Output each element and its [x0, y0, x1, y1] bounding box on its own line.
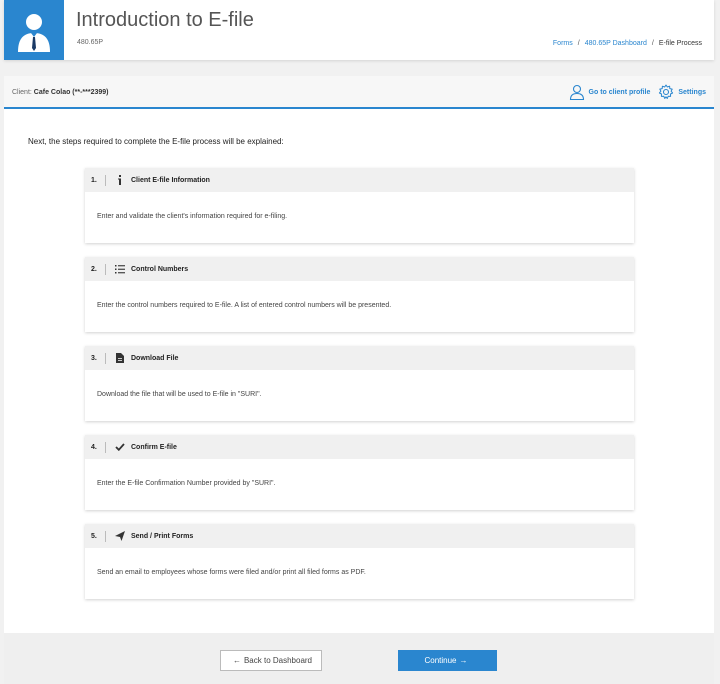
client-bar: Client: Cafe Colao (**-***2399) Go to cl… — [4, 76, 714, 109]
user-icon — [569, 84, 584, 100]
list-icon — [114, 263, 126, 275]
step-divider — [105, 352, 106, 364]
step-title: Send / Print Forms — [131, 532, 194, 540]
send-icon — [114, 530, 126, 542]
step-header: 5. Send / Print Forms — [85, 524, 634, 548]
step-description: Enter and validate the client's informat… — [97, 213, 288, 220]
footer-actions: ← Back to Dashboard Continue → — [4, 633, 714, 684]
breadcrumb-current: E-file Process — [658, 40, 702, 47]
arrow-right-icon: → — [459, 656, 468, 665]
step-header: 4. Confirm E-file — [85, 435, 634, 459]
steps-list: 1. Client E-file Information Enter and v… — [85, 168, 634, 613]
step-divider — [105, 530, 106, 542]
step-card: 3. Download File Download the file that … — [85, 346, 634, 421]
page-title: Introduction to E-file — [76, 9, 254, 31]
check-icon — [114, 441, 126, 453]
breadcrumb: Forms / 480.65P Dashboard / E-file Process — [553, 40, 702, 47]
step-divider — [105, 441, 106, 453]
gear-icon — [659, 84, 674, 99]
step-card: 5. Send / Print Forms Send an email to e… — [85, 524, 634, 599]
step-number: 5. — [91, 532, 97, 540]
go-to-client-profile-link[interactable]: Go to client profile — [569, 84, 651, 100]
step-card: 4. Confirm E-file Enter the E-file Confi… — [85, 435, 634, 510]
step-card: 1. Client E-file Information Enter and v… — [85, 168, 634, 243]
go-to-client-profile-label: Go to client profile — [588, 88, 651, 96]
client-name: Cafe Colao (**-***2399) — [33, 89, 109, 96]
client-label: Client: — [12, 89, 32, 96]
step-description: Enter the E-file Confirmation Number pro… — [97, 480, 276, 487]
step-number: 3. — [91, 354, 97, 362]
step-description: Send an email to employees whose forms w… — [97, 569, 366, 576]
step-number: 2. — [91, 265, 97, 273]
user-avatar-icon — [18, 14, 50, 52]
breadcrumb-dashboard[interactable]: 480.65P Dashboard — [585, 40, 647, 47]
info-icon — [114, 174, 126, 186]
file-icon — [114, 352, 126, 364]
form-code: 480.65P — [77, 39, 104, 46]
step-divider — [105, 174, 106, 186]
step-description: Download the file that will be used to E… — [97, 391, 262, 398]
step-title: Download File — [131, 354, 179, 362]
client-actions: Go to client profile Settings — [561, 84, 706, 100]
step-header: 3. Download File — [85, 346, 634, 370]
intro-text: Next, the steps required to complete the… — [28, 137, 284, 146]
step-card: 2. Control Numbers Enter the control num… — [85, 257, 634, 332]
step-title: Client E-file Information — [131, 176, 210, 184]
main-content: Client: Cafe Colao (**-***2399) Go to cl… — [4, 76, 714, 684]
step-title: Control Numbers — [131, 265, 189, 273]
avatar — [4, 0, 64, 60]
step-number: 4. — [91, 443, 97, 451]
breadcrumb-separator: / — [651, 40, 654, 47]
back-to-dashboard-label: Back to Dashboard — [243, 656, 313, 665]
page-header: Introduction to E-file 480.65P Forms / 480… — [4, 0, 714, 60]
step-title: Confirm E-file — [131, 443, 177, 451]
continue-button[interactable]: Continue → — [398, 650, 497, 671]
continue-label: Continue — [424, 656, 457, 665]
breadcrumb-forms[interactable]: Forms — [553, 40, 573, 47]
step-description: Enter the control numbers required to E-… — [97, 302, 392, 309]
client-info: Client: Cafe Colao (**-***2399) — [12, 89, 109, 96]
settings-link[interactable]: Settings — [658, 84, 706, 100]
breadcrumb-separator: / — [577, 40, 580, 47]
step-number: 1. — [91, 176, 97, 184]
back-to-dashboard-button[interactable]: ← Back to Dashboard — [220, 650, 322, 671]
step-divider — [105, 263, 106, 275]
step-header: 2. Control Numbers — [85, 257, 634, 281]
settings-label: Settings — [678, 88, 706, 96]
step-header: 1. Client E-file Information — [85, 168, 634, 192]
arrow-left-icon: ← — [232, 656, 241, 665]
